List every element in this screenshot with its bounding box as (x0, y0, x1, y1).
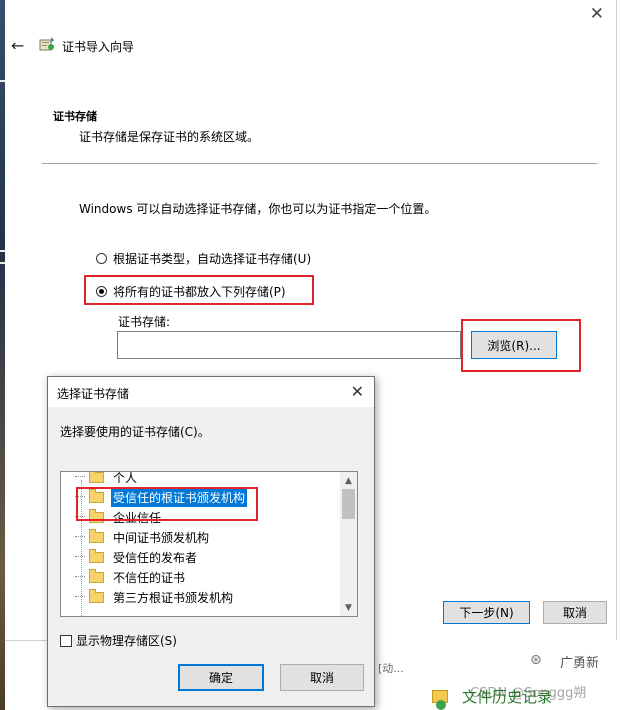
scroll-thumb[interactable] (342, 489, 355, 519)
back-arrow-icon[interactable]: ← (11, 36, 24, 55)
highlight-box-browse (461, 319, 581, 372)
close-icon[interactable]: ✕ (590, 6, 604, 23)
tree-item-intermediate-ca[interactable]: 中间证书颁发机构 (75, 527, 211, 547)
radio-auto-select[interactable]: 根据证书类型，自动选择证书存储(U) (96, 249, 311, 267)
tree-item-label: 第三方根证书颁发机构 (113, 590, 234, 605)
show-physical-label: 显示物理存储区(S) (76, 634, 177, 648)
header-divider (42, 163, 597, 164)
scroll-down-icon[interactable]: ▼ (340, 599, 357, 616)
close-icon[interactable]: ✕ (351, 382, 364, 401)
tree-item-label: 中间证书颁发机构 (113, 530, 210, 545)
watermark-text: CSDN @Songgg朔 (470, 686, 587, 701)
dialog-title: 选择证书存储 (57, 387, 130, 401)
tree-item-label: 不信任的证书 (113, 570, 186, 585)
folder-icon (89, 588, 104, 603)
ok-button[interactable]: 确定 (178, 664, 264, 691)
show-physical-checkbox-row[interactable]: 显示物理存储区(S) (60, 632, 177, 649)
next-button[interactable]: 下一步(N) (443, 601, 530, 624)
tree-item-trusted-publishers[interactable]: 受信任的发布者 (75, 547, 199, 567)
radio-button[interactable] (96, 252, 107, 264)
certificate-wizard-icon (39, 37, 54, 51)
highlight-box-radio (84, 275, 314, 305)
radio-label: 根据证书类型，自动选择证书存储(U) (113, 251, 312, 266)
show-physical-checkbox[interactable] (60, 634, 72, 647)
tree-scrollbar[interactable]: ▲ ▼ (340, 472, 357, 616)
tree-item-personal[interactable]: 个人 (75, 471, 139, 487)
dialog-titlebar: 选择证书存储 ✕ (48, 377, 374, 407)
store-input[interactable] (117, 331, 461, 359)
wizard-title: 证书导入向导 (62, 40, 135, 54)
tree-item-label: 受信任的发布者 (113, 550, 198, 565)
folder-icon (89, 472, 104, 483)
background-status-text: [动... (378, 662, 404, 675)
wechat-logo-icon: ⊛ (530, 652, 542, 668)
scroll-up-icon[interactable]: ▲ (340, 472, 357, 489)
sync-status-icon (436, 700, 446, 710)
highlight-box-tree-item (76, 487, 258, 521)
select-store-dialog: 选择证书存储 ✕ 选择要使用的证书存储(C)。 个人 受信任的根证书颁发机构 企… (47, 376, 375, 707)
store-label: 证书存储: (118, 315, 171, 329)
dialog-cancel-button[interactable]: 取消 (280, 664, 364, 691)
cancel-button[interactable]: 取消 (543, 601, 607, 624)
watermark-brand: 广勇新 (560, 656, 600, 671)
tree-item-untrusted[interactable]: 不信任的证书 (75, 567, 187, 587)
intro-text: Windows 可以自动选择证书存储，你也可以为证书指定一个位置。 (79, 202, 437, 216)
tree-item-label: 个人 (113, 471, 138, 485)
folder-icon (89, 528, 104, 543)
tree-item-third-party-root[interactable]: 第三方根证书颁发机构 (75, 587, 235, 607)
folder-icon (89, 568, 104, 583)
dialog-prompt: 选择要使用的证书存储(C)。 (60, 425, 210, 439)
section-title: 证书存储 (53, 110, 97, 123)
section-description: 证书存储是保存证书的系统区域。 (79, 130, 260, 144)
folder-icon (89, 548, 104, 563)
